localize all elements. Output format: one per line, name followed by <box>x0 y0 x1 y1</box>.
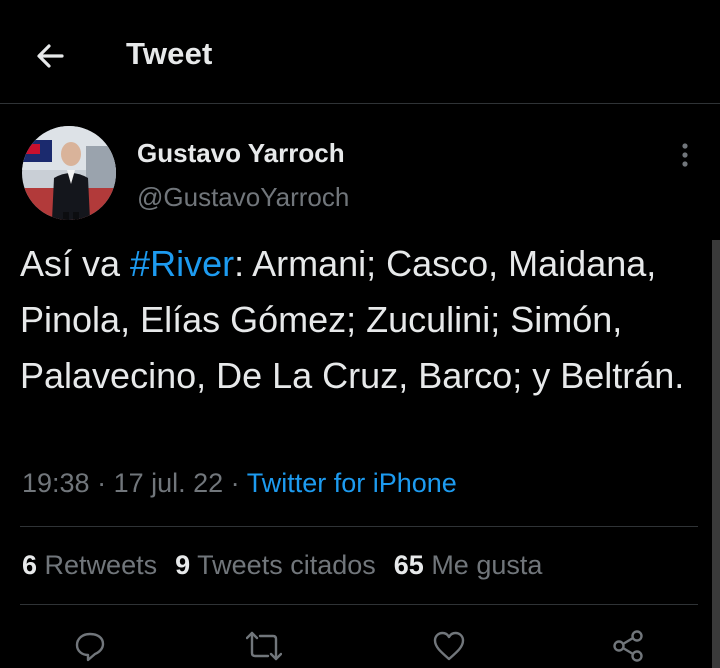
hashtag-link[interactable]: #River <box>130 243 234 284</box>
meta-separator: · <box>223 468 247 498</box>
likes-label: Me gusta <box>431 550 543 580</box>
retweets-count: 6 <box>22 550 38 580</box>
tweet-text: Así va #River: Armani; Casco, Maidana, P… <box>20 236 710 404</box>
arrow-left-icon <box>37 44 64 68</box>
scrollbar[interactable] <box>712 240 720 668</box>
retweet-icon <box>246 631 282 661</box>
tweet-stats: 6 Retweets 9 Tweets citados 65 Me gusta <box>22 550 560 581</box>
likes-count: 65 <box>393 550 424 580</box>
quote-tweets-stat[interactable]: 9 Tweets citados <box>175 550 376 581</box>
quote-tweets-label: Tweets citados <box>197 550 376 580</box>
retweet-button[interactable] <box>244 626 284 666</box>
author-handle[interactable]: @GustavoYarroch <box>137 182 349 213</box>
quote-tweets-count: 9 <box>175 550 191 580</box>
back-button[interactable] <box>28 34 72 78</box>
likes-stat[interactable]: 65 Me gusta <box>394 550 543 581</box>
more-vertical-icon <box>682 143 688 167</box>
author-name[interactable]: Gustavo Yarroch <box>137 138 345 169</box>
tweet-time: 19:38 <box>22 468 90 498</box>
profile-photo <box>22 126 116 220</box>
retweets-stat[interactable]: 6 Retweets <box>22 550 157 581</box>
reply-button[interactable] <box>70 626 110 666</box>
reply-icon <box>75 632 105 662</box>
tweet-text-prefix: Así va <box>20 243 131 284</box>
divider <box>20 526 698 527</box>
page-title: Tweet <box>126 36 213 71</box>
meta-separator: · <box>89 468 114 498</box>
tweet-meta: 19:38 · 17 jul. 22 · Twitter for iPhone <box>22 468 457 499</box>
like-icon <box>433 631 465 661</box>
share-button[interactable] <box>608 626 648 666</box>
top-app-bar: Tweet <box>0 0 720 104</box>
tweet-source-link[interactable]: Twitter for iPhone <box>247 468 457 498</box>
divider <box>20 604 698 605</box>
like-button[interactable] <box>429 626 469 666</box>
tweet-detail: Gustavo Yarroch @GustavoYarroch Así va #… <box>0 104 720 668</box>
share-icon <box>613 630 643 662</box>
retweets-label: Retweets <box>44 550 158 580</box>
tweet-date: 17 jul. 22 <box>113 468 224 498</box>
more-options-button[interactable] <box>668 138 702 172</box>
avatar[interactable] <box>22 126 116 220</box>
